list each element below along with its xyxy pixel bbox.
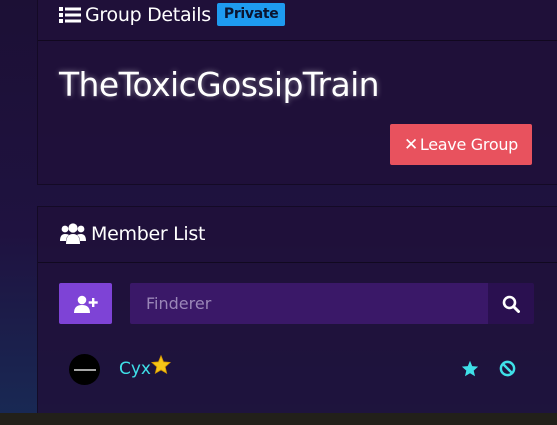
group-details-header: Group Details Private [59,3,286,26]
user-plus-icon [73,295,98,313]
member-list-panel: Member List Cyx [37,206,557,425]
avatar[interactable] [69,354,100,385]
group-name: TheToxicGossipTrain [59,65,380,104]
add-member-button[interactable] [59,283,112,324]
favorite-member-star-icon[interactable] [461,360,479,377]
bottom-bar [0,413,557,425]
avatar-logo-mark [73,368,96,371]
list-icon [59,6,81,23]
member-search-input[interactable] [130,283,488,324]
privacy-badge: Private [216,3,286,26]
x-icon: ✕ [403,134,418,155]
leave-group-button[interactable]: ✕ Leave Group [390,124,532,165]
member-list-header: Member List [59,223,205,245]
header-divider [38,262,557,263]
member-list-title: Member List [91,223,206,245]
block-icon[interactable] [499,360,516,377]
search-icon [502,295,520,313]
member-name[interactable]: Cyx [119,359,151,379]
search-button[interactable] [488,283,534,324]
group-details-panel: Group Details Private TheToxicGossipTrai… [37,0,557,185]
star-icon [151,355,171,374]
header-divider [38,40,557,41]
users-icon [60,223,86,244]
member-list-item: Cyx [38,349,538,389]
leave-group-label: Leave Group [419,135,519,154]
group-details-title: Group Details [85,3,211,26]
